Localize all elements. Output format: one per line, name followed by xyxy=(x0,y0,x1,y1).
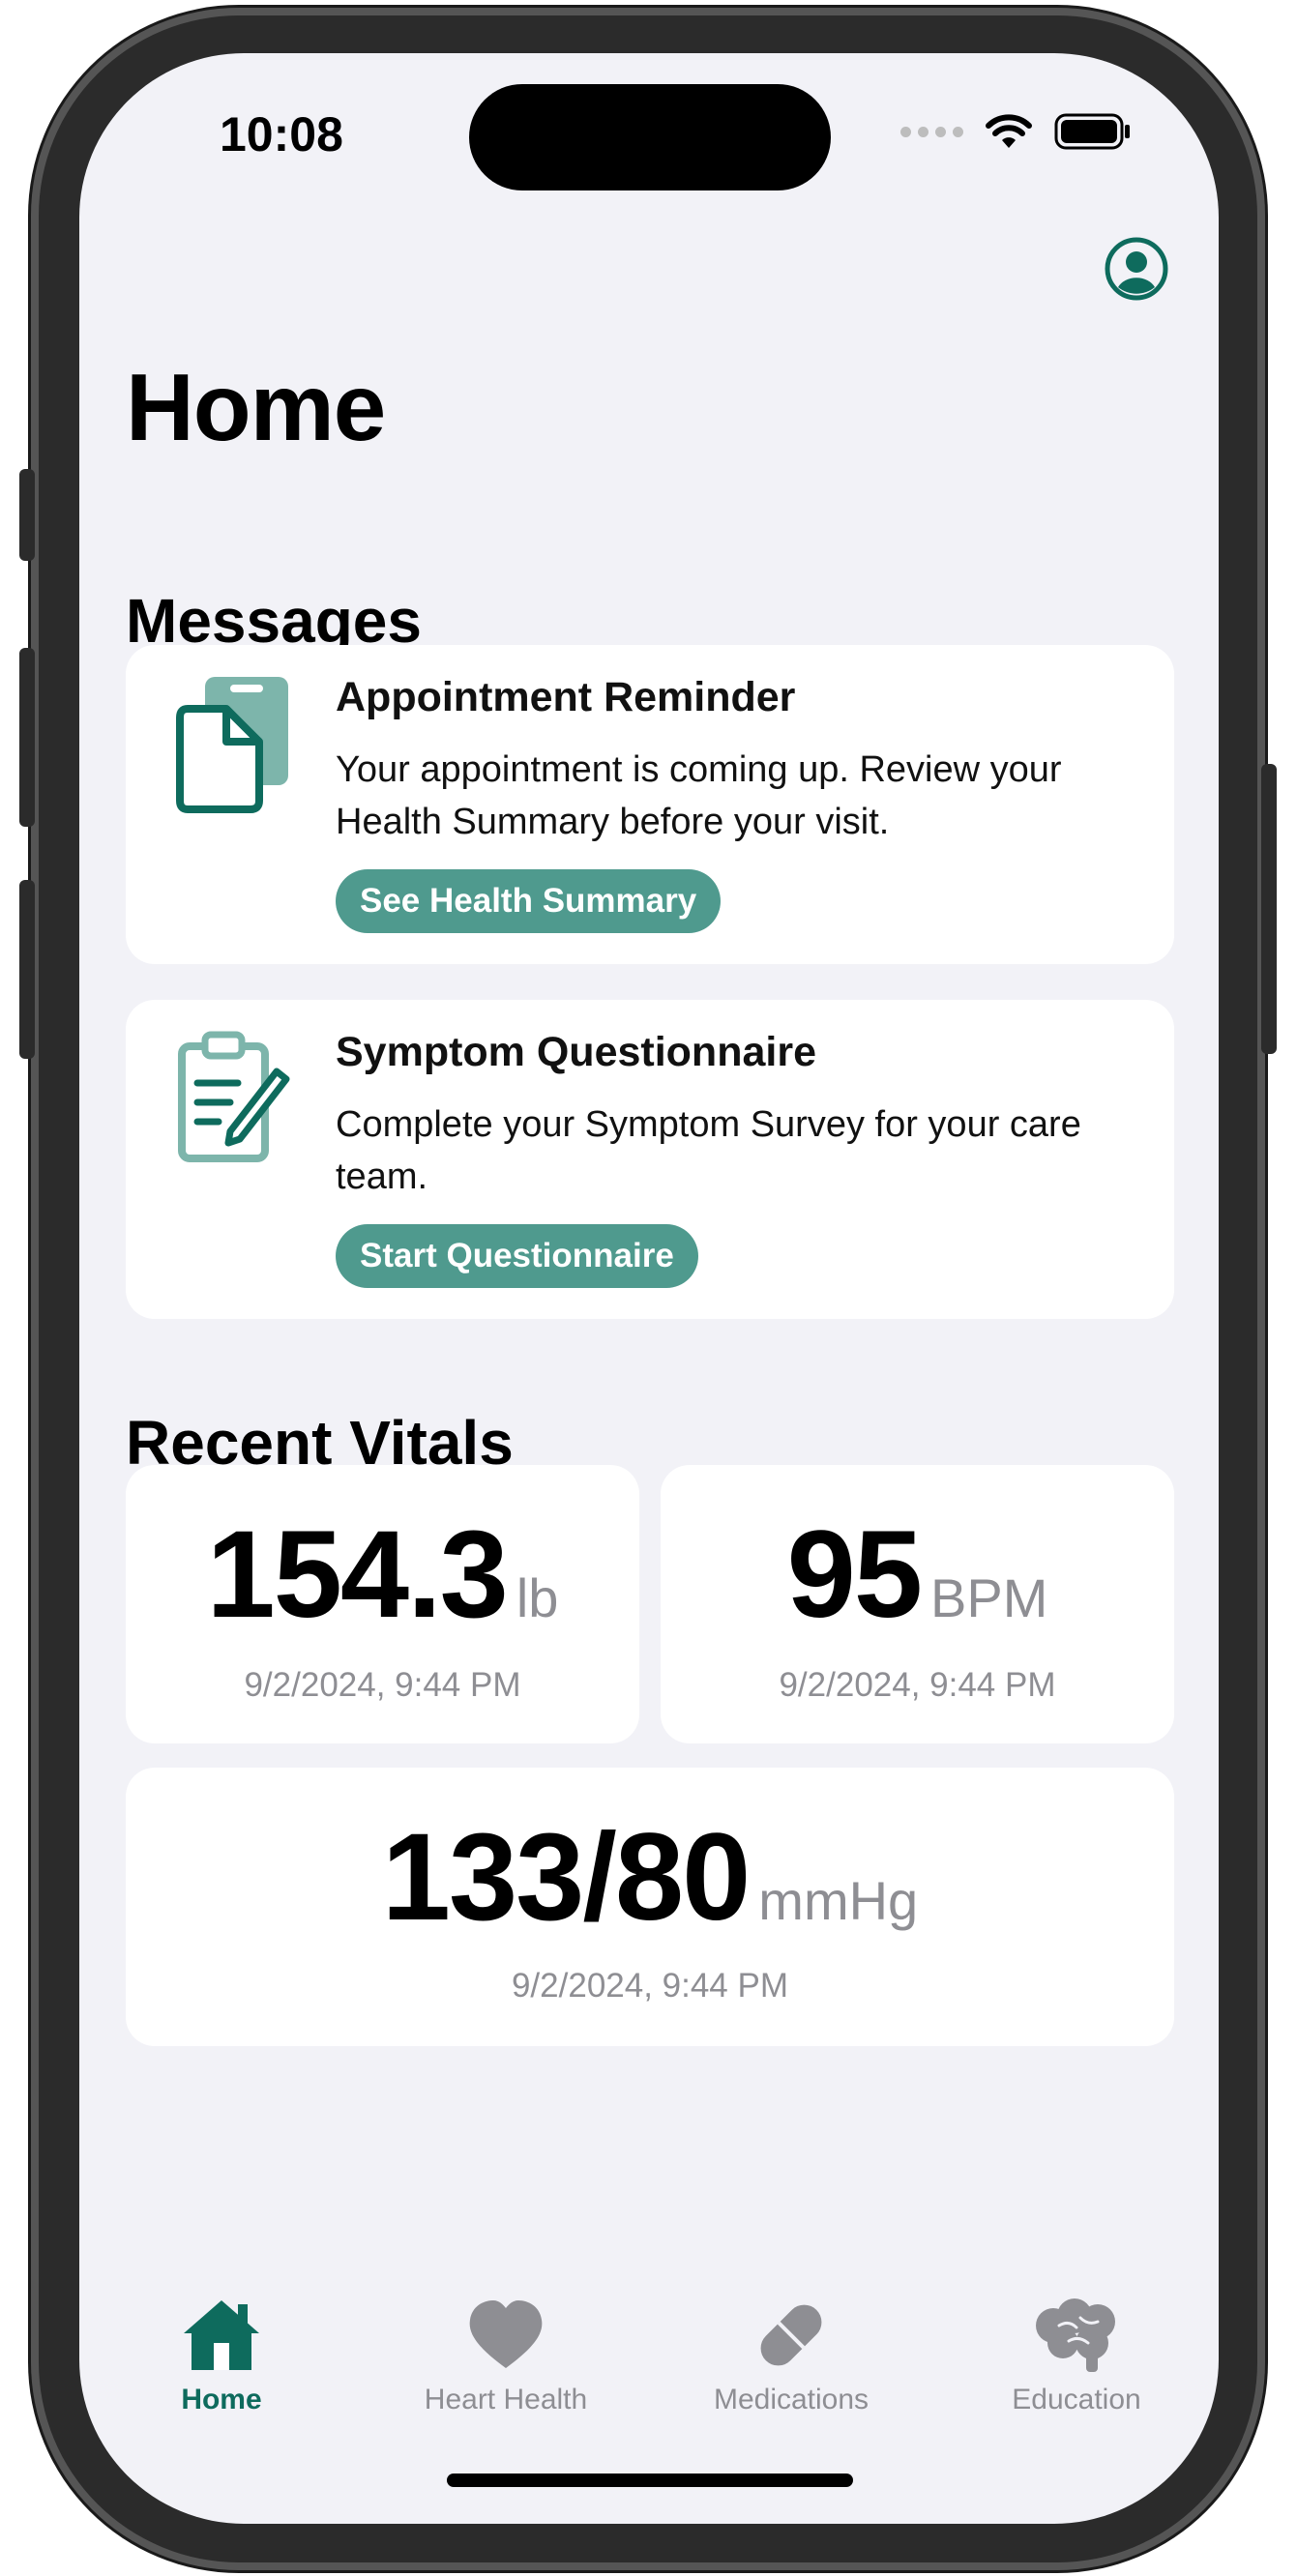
vital-value: 95 xyxy=(786,1506,923,1644)
signal-dots-icon xyxy=(900,126,963,137)
tab-heart-health[interactable]: Heart Health xyxy=(364,2297,648,2442)
dynamic-island xyxy=(469,84,831,190)
tab-bar: Home Heart Health Medications Education xyxy=(79,2297,1219,2451)
vital-value: 154.3 xyxy=(206,1506,509,1644)
tab-label: Heart Health xyxy=(424,2384,588,2415)
account-circle-icon[interactable] xyxy=(1105,237,1168,301)
message-title: Symptom Questionnaire xyxy=(336,1029,816,1075)
tab-medications[interactable]: Medications xyxy=(649,2297,933,2442)
status-icons xyxy=(900,113,1132,150)
start-questionnaire-button[interactable]: Start Questionnaire xyxy=(336,1224,698,1288)
message-title: Appointment Reminder xyxy=(336,674,796,720)
appointment-reminder-card: Appointment Reminder Your appointment is… xyxy=(126,645,1174,964)
vital-unit: lb xyxy=(516,1567,559,1628)
message-body: Your appointment is coming up. Review yo… xyxy=(336,749,1062,842)
tab-label: Education xyxy=(1012,2384,1141,2415)
message-body: Complete your Symptom Survey for your ca… xyxy=(336,1104,1081,1197)
heart-icon xyxy=(469,2300,543,2368)
tab-education[interactable]: Education xyxy=(934,2297,1219,2442)
action-button xyxy=(19,469,35,561)
battery-icon xyxy=(1054,113,1130,150)
vital-unit: mmHg xyxy=(758,1870,919,1931)
blood-pressure-vital-card[interactable]: 133/80 mmHg 9/2/2024, 9:44 PM xyxy=(126,1768,1174,2046)
vital-reading: 133/80 mmHg xyxy=(126,1806,1174,1948)
see-health-summary-button[interactable]: See Health Summary xyxy=(336,869,722,933)
power-button xyxy=(1261,764,1277,1054)
weight-vital-card[interactable]: 154.3 lb 9/2/2024, 9:44 PM xyxy=(126,1465,639,1743)
vital-date: 9/2/2024, 9:44 PM xyxy=(511,1967,789,2005)
wifi-icon xyxy=(986,114,1032,148)
tab-label: Home xyxy=(181,2384,262,2415)
heart-rate-vital-card[interactable]: 95 BPM 9/2/2024, 9:44 PM xyxy=(661,1465,1174,1743)
clipboard-pencil-icon xyxy=(178,1031,290,1162)
volume-down-button xyxy=(19,880,35,1059)
vital-value: 133/80 xyxy=(381,1808,751,1947)
pill-icon xyxy=(760,2304,822,2366)
vital-unit: BPM xyxy=(930,1567,1048,1628)
vital-date: 9/2/2024, 9:44 PM xyxy=(244,1666,521,1704)
vital-date: 9/2/2024, 9:44 PM xyxy=(779,1666,1056,1704)
house-icon xyxy=(184,2300,259,2370)
home-indicator[interactable] xyxy=(447,2474,853,2487)
vital-reading: 154.3 lb xyxy=(126,1504,639,1646)
document-icon xyxy=(176,677,288,813)
vital-reading: 95 BPM xyxy=(661,1504,1174,1646)
volume-up-button xyxy=(19,648,35,827)
tab-label: Medications xyxy=(713,2384,870,2415)
symptom-questionnaire-card: Symptom Questionnaire Complete your Symp… xyxy=(126,1000,1174,1319)
status-time: 10:08 xyxy=(220,107,343,161)
brain-icon xyxy=(1036,2298,1115,2372)
page-title: Home xyxy=(126,354,386,460)
tab-home[interactable]: Home xyxy=(79,2297,364,2442)
screen: 10:08 Home Messages Appointment Reminder… xyxy=(79,53,1219,2524)
